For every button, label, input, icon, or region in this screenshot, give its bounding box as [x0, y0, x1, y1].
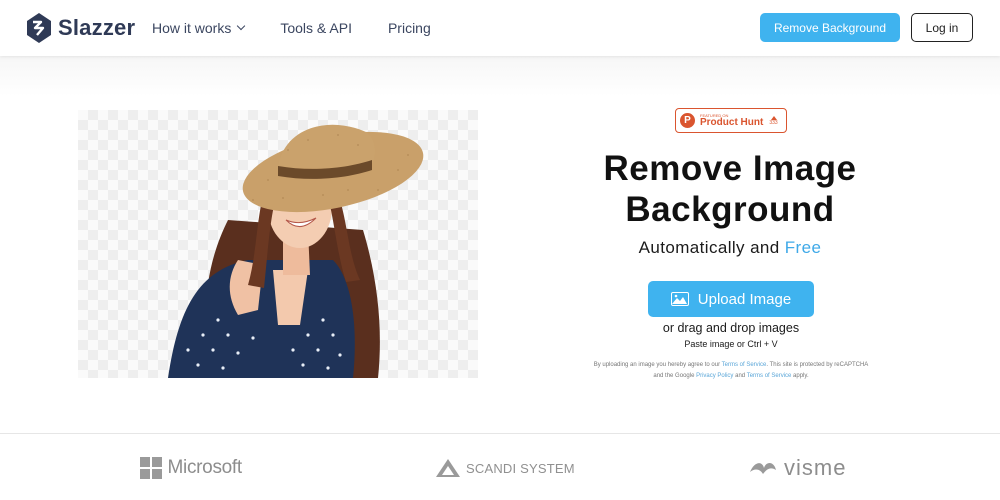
hero-subtitle: Automatically and Free	[560, 238, 900, 258]
legal-notice: By uploading an image you hereby agree t…	[590, 360, 872, 382]
upload-image-button[interactable]: Upload Image	[648, 281, 814, 317]
logo-text: Slazzer	[58, 15, 136, 40]
upload-image-label: Upload Image	[697, 290, 792, 308]
nav-pricing-label: Pricing	[387, 20, 431, 36]
top-navbar: Slazzer How it works Tools & API Pricing…	[0, 0, 1000, 56]
nav-pricing[interactable]: Pricing	[388, 20, 431, 36]
section-divider	[0, 433, 1000, 434]
login-button[interactable]: Log in	[911, 13, 973, 42]
triangle-logo-icon	[436, 459, 460, 477]
image-icon	[670, 292, 689, 306]
hero-title-line2: Background	[625, 190, 835, 229]
brand-microsoft: Microsoft	[140, 452, 242, 484]
hero-title: Remove Image Background	[560, 148, 900, 230]
legal-part4: apply.	[793, 373, 809, 379]
slazzer-logo[interactable]: Slazzer	[26, 12, 135, 44]
nav-how-it-works-label: How it works	[152, 20, 232, 36]
main-nav: How it works Tools & API Pricing	[152, 0, 467, 56]
brand-scandi-system: SCANDI SYSTEM	[435, 452, 575, 484]
terms-of-service-link[interactable]: Terms of Service	[722, 362, 767, 368]
hero-subtitle-prefix: Automatically and	[638, 238, 780, 257]
product-hunt-text: FEATURED ON Product Hunt	[700, 113, 764, 128]
brand-visme-name: visme	[784, 455, 847, 480]
brand-visme: visme	[748, 452, 846, 484]
paste-hint-text: Paste image or Ctrl + V	[684, 339, 778, 349]
upvote-triangle-icon	[770, 115, 777, 120]
slazzer-logo-icon	[27, 13, 51, 43]
nav-tools-api[interactable]: Tools & API	[280, 20, 352, 36]
legal-part1: By uploading an image you hereby agree t…	[593, 362, 721, 368]
product-hunt-badge[interactable]: P FEATURED ON Product Hunt 333	[675, 108, 787, 133]
brand-scandi-name: SCANDI SYSTEM	[466, 460, 575, 476]
privacy-policy-link[interactable]: Privacy Policy	[696, 373, 733, 379]
nav-tools-api-label: Tools & API	[280, 20, 352, 36]
product-hunt-name: Product Hunt	[700, 116, 764, 128]
hero-subtitle-free: Free	[784, 238, 822, 257]
product-hunt-votes: 333	[769, 115, 778, 126]
chevron-down-icon	[237, 21, 246, 31]
product-hunt-count: 333	[769, 119, 778, 126]
windows-grid-icon	[140, 457, 162, 479]
remove-background-button[interactable]: Remove Background	[760, 13, 900, 42]
brand-microsoft-name: Microsoft	[167, 457, 243, 478]
legal-part3: and	[735, 373, 746, 379]
nav-how-it-works[interactable]: How it works	[152, 20, 246, 36]
visme-leaf-icon	[750, 462, 776, 474]
drag-drop-text: or drag and drop images	[662, 321, 800, 335]
terms-of-service-link-2[interactable]: Terms of Service	[747, 373, 792, 379]
hero-title-line1: Remove Image	[603, 149, 857, 188]
hero-sample-image	[78, 110, 478, 378]
woman-with-hat-illustration	[168, 124, 424, 378]
product-hunt-icon: P	[680, 113, 695, 128]
